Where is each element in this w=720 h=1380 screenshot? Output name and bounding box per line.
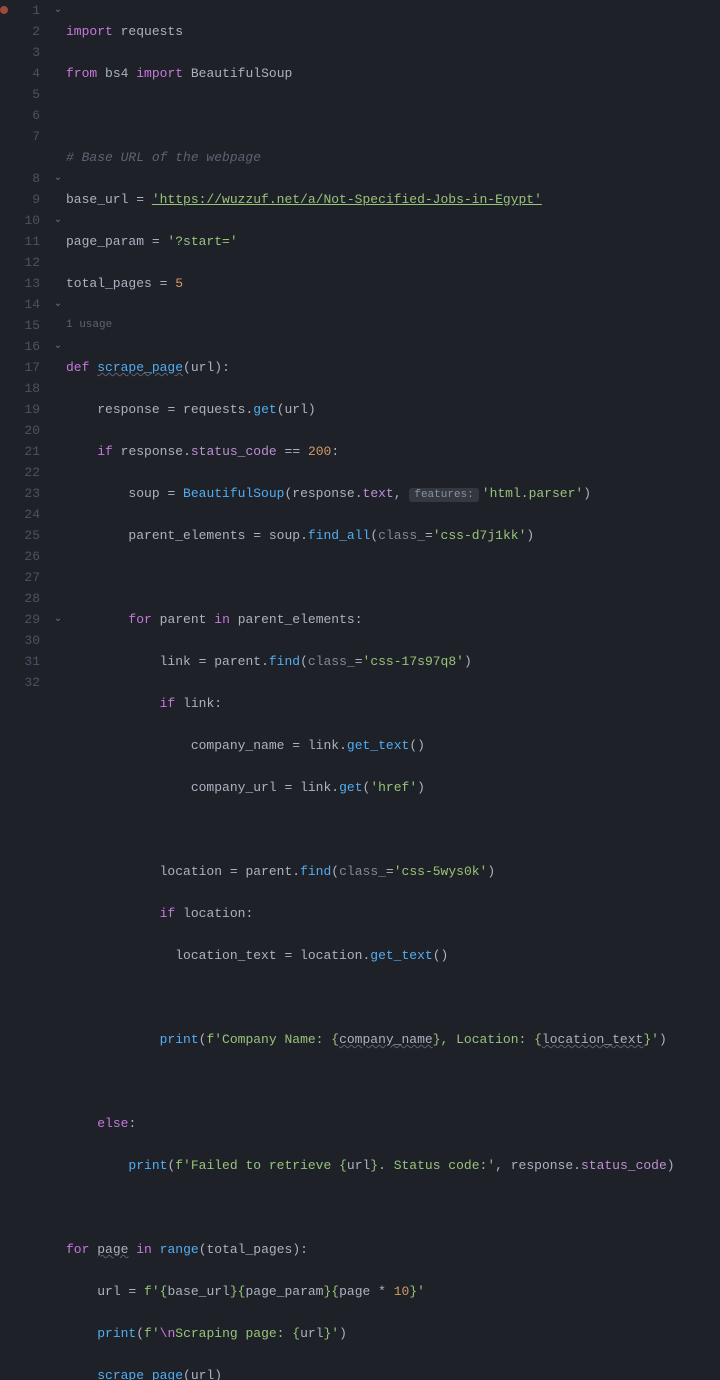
- line-number[interactable]: 7: [12, 126, 40, 147]
- line-number[interactable]: 25: [12, 525, 40, 546]
- code-line[interactable]: [66, 567, 720, 588]
- fold-marker[interactable]: ⌄: [50, 336, 66, 357]
- line-number[interactable]: 4: [12, 63, 40, 84]
- line-number-gutter[interactable]: 1 2 3 4 5 6 7 8 9 10 11 12 13 14 15 16 1…: [12, 0, 50, 1380]
- line-number[interactable]: 31: [12, 651, 40, 672]
- code-line[interactable]: base_url = 'https://wuzzuf.net/a/Not-Spe…: [66, 189, 720, 210]
- code-line[interactable]: link = parent.find(class_='css-17s97q8'): [66, 651, 720, 672]
- line-number[interactable]: 20: [12, 420, 40, 441]
- usage-hint[interactable]: 1 usage: [66, 315, 720, 336]
- line-number[interactable]: 11: [12, 231, 40, 252]
- code-line[interactable]: if link:: [66, 693, 720, 714]
- line-number[interactable]: 14: [12, 294, 40, 315]
- code-line[interactable]: for parent in parent_elements:: [66, 609, 720, 630]
- line-number[interactable]: 29: [12, 609, 40, 630]
- line-number[interactable]: 26: [12, 546, 40, 567]
- line-number[interactable]: 8: [12, 168, 40, 189]
- line-number[interactable]: 30: [12, 630, 40, 651]
- code-line[interactable]: print(f'Failed to retrieve {url}. Status…: [66, 1155, 720, 1176]
- line-number[interactable]: 9: [12, 189, 40, 210]
- line-number[interactable]: 19: [12, 399, 40, 420]
- code-line[interactable]: response = requests.get(url): [66, 399, 720, 420]
- line-number[interactable]: 17: [12, 357, 40, 378]
- fold-marker[interactable]: ⌄: [50, 210, 66, 231]
- code-line[interactable]: company_url = link.get('href'): [66, 777, 720, 798]
- line-number[interactable]: 6: [12, 105, 40, 126]
- fold-marker[interactable]: ⌄: [50, 609, 66, 630]
- inline-hint: features:: [409, 488, 478, 502]
- code-editor[interactable]: 1 2 3 4 5 6 7 8 9 10 11 12 13 14 15 16 1…: [0, 0, 720, 1380]
- code-line[interactable]: else:: [66, 1113, 720, 1134]
- line-number: [12, 147, 40, 168]
- code-line[interactable]: for page in range(total_pages):: [66, 1239, 720, 1260]
- line-number[interactable]: 23: [12, 483, 40, 504]
- code-line[interactable]: from bs4 import BeautifulSoup: [66, 63, 720, 84]
- line-number[interactable]: 22: [12, 462, 40, 483]
- line-number[interactable]: 21: [12, 441, 40, 462]
- code-line[interactable]: import requests: [66, 21, 720, 42]
- code-line[interactable]: def scrape_page(url):: [66, 357, 720, 378]
- code-line[interactable]: page_param = '?start=': [66, 231, 720, 252]
- code-area[interactable]: import requests from bs4 import Beautifu…: [66, 0, 720, 1380]
- code-line[interactable]: location_text = location.get_text(): [66, 945, 720, 966]
- code-line[interactable]: [66, 1071, 720, 1092]
- code-line[interactable]: location = parent.find(class_='css-5wys0…: [66, 861, 720, 882]
- code-line[interactable]: soup = BeautifulSoup(response.text, feat…: [66, 483, 720, 504]
- code-line[interactable]: [66, 819, 720, 840]
- code-line[interactable]: [66, 1197, 720, 1218]
- code-line[interactable]: if response.status_code == 200:: [66, 441, 720, 462]
- fold-marker[interactable]: ⌄: [50, 294, 66, 315]
- line-number[interactable]: 5: [12, 84, 40, 105]
- code-line[interactable]: print(f'\nScraping page: {url}'): [66, 1323, 720, 1344]
- code-line[interactable]: [66, 987, 720, 1008]
- code-line[interactable]: total_pages = 5: [66, 273, 720, 294]
- line-number[interactable]: 1: [12, 0, 40, 21]
- code-line[interactable]: print(f'Company Name: {company_name}, Lo…: [66, 1029, 720, 1050]
- line-number[interactable]: 18: [12, 378, 40, 399]
- line-number[interactable]: 2: [12, 21, 40, 42]
- code-line[interactable]: # Base URL of the webpage: [66, 147, 720, 168]
- code-line[interactable]: url = f'{base_url}{page_param}{page * 10…: [66, 1281, 720, 1302]
- breakpoint-column[interactable]: [0, 0, 12, 1380]
- line-number[interactable]: 28: [12, 588, 40, 609]
- fold-column[interactable]: ⌄ ⌄ ⌄ ⌄ ⌄ ⌄: [50, 0, 66, 1380]
- line-number[interactable]: 16: [12, 336, 40, 357]
- code-line[interactable]: [66, 105, 720, 126]
- code-line[interactable]: if location:: [66, 903, 720, 924]
- code-line[interactable]: scrape_page(url): [66, 1365, 720, 1380]
- code-line[interactable]: parent_elements = soup.find_all(class_='…: [66, 525, 720, 546]
- code-line[interactable]: company_name = link.get_text(): [66, 735, 720, 756]
- line-number[interactable]: 24: [12, 504, 40, 525]
- breakpoint-marker[interactable]: [0, 6, 8, 14]
- line-number[interactable]: 3: [12, 42, 40, 63]
- fold-marker[interactable]: ⌄: [50, 0, 66, 21]
- line-number[interactable]: 15: [12, 315, 40, 336]
- line-number[interactable]: 12: [12, 252, 40, 273]
- line-number[interactable]: 13: [12, 273, 40, 294]
- line-number[interactable]: 10: [12, 210, 40, 231]
- fold-marker[interactable]: ⌄: [50, 168, 66, 189]
- line-number[interactable]: 27: [12, 567, 40, 588]
